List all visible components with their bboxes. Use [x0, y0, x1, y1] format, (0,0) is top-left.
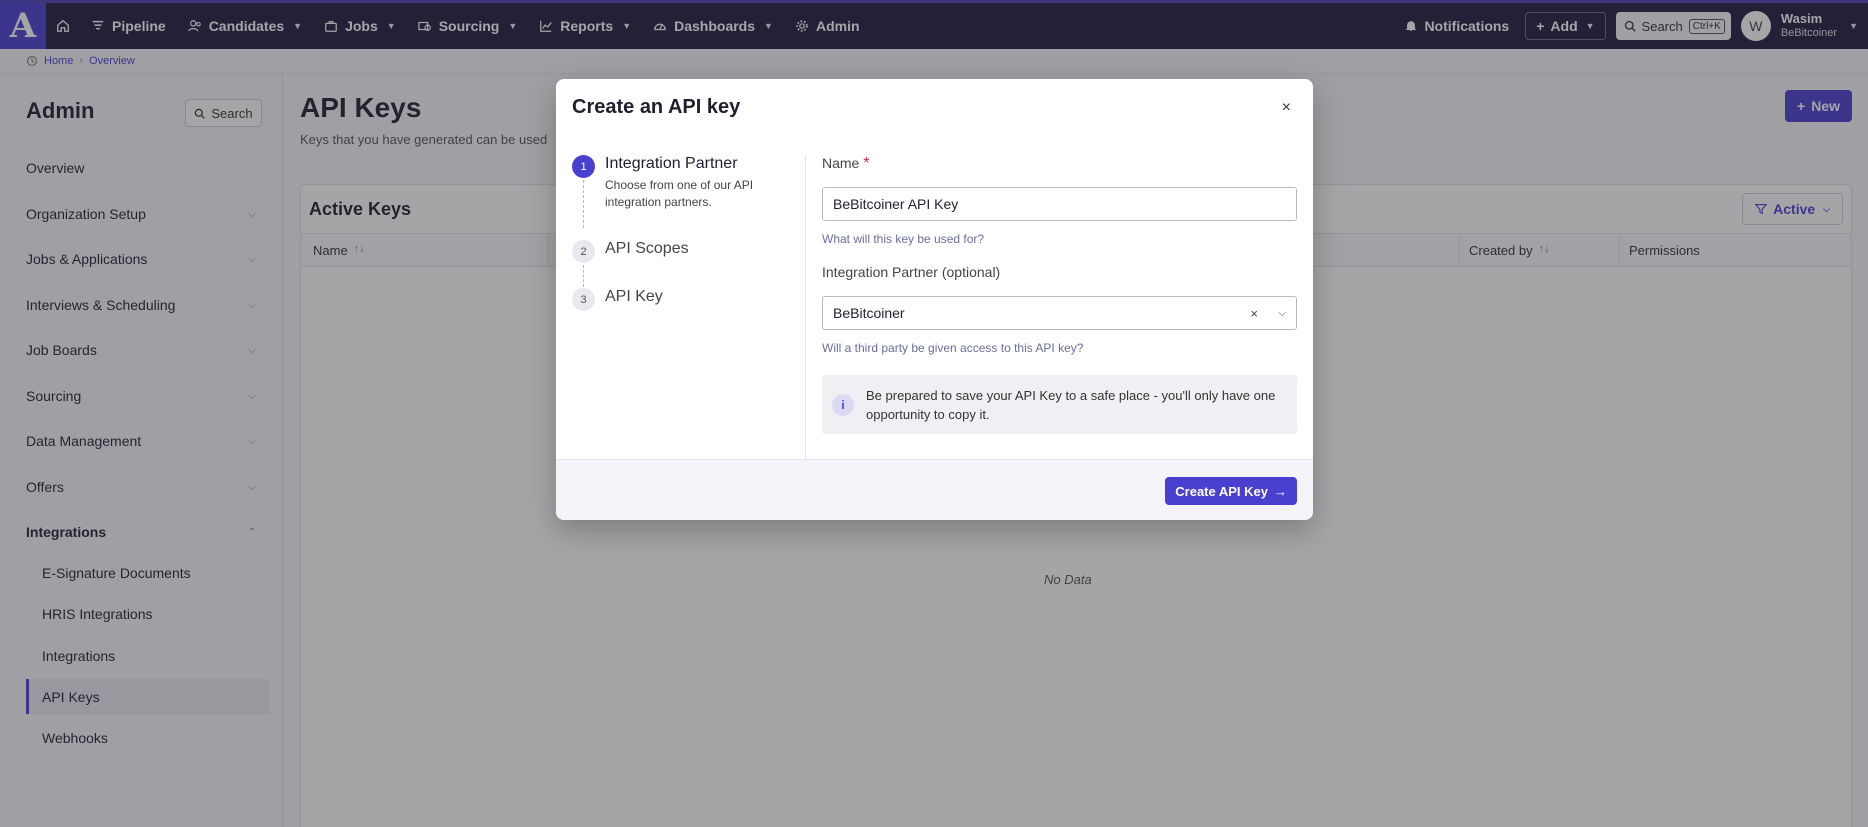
modal-divider: [805, 155, 806, 459]
required-marker: *: [863, 155, 870, 172]
arrow-right-icon: →: [1274, 483, 1287, 499]
modal-title: Create an API key: [572, 96, 741, 118]
step-integration-partner[interactable]: 1 Integration Partner Choose from one of…: [572, 155, 765, 211]
name-label-text: Name: [822, 155, 860, 171]
info-icon: i: [832, 393, 854, 416]
clear-icon[interactable]: ×: [1250, 306, 1258, 321]
close-icon[interactable]: ×: [1282, 99, 1291, 117]
modal-footer: Create API Key →: [556, 459, 1313, 520]
step-number: 1: [572, 155, 595, 178]
create-api-key-button[interactable]: Create API Key →: [1165, 477, 1297, 505]
partner-label: Integration Partner (optional): [822, 264, 1001, 280]
partner-select-value: BeBitcoiner: [833, 305, 905, 321]
step-label: Integration Partner: [605, 155, 738, 172]
name-label: Name *: [822, 155, 869, 173]
info-callout: i Be prepared to save your API Key to a …: [822, 375, 1297, 434]
create-api-key-modal: Create an API key × 1 Integration Partne…: [556, 79, 1313, 520]
integration-partner-select[interactable]: BeBitcoiner × ⌵: [822, 296, 1297, 330]
step-label: API Scopes: [605, 240, 689, 257]
name-hint: What will this key be used for?: [822, 232, 985, 246]
step-label: API Key: [605, 288, 663, 305]
chevron-down-icon[interactable]: ⌵: [1278, 308, 1286, 319]
step-number: 2: [572, 240, 595, 263]
partner-hint: Will a third party be given access to th…: [822, 341, 1084, 355]
name-field[interactable]: BeBitcoiner API Key: [822, 187, 1297, 221]
step-description: Choose from one of our API integration p…: [605, 178, 754, 209]
step-api-scopes[interactable]: 2 API Scopes: [572, 240, 689, 263]
step-api-key[interactable]: 3 API Key: [572, 288, 663, 311]
name-field-value: BeBitcoiner API Key: [833, 196, 959, 212]
create-api-key-label: Create API Key: [1175, 483, 1268, 499]
step-connector: [583, 265, 584, 287]
step-connector: [583, 180, 584, 228]
info-text: Be prepared to save your API Key to a sa…: [866, 387, 1276, 422]
step-number: 3: [572, 288, 595, 311]
